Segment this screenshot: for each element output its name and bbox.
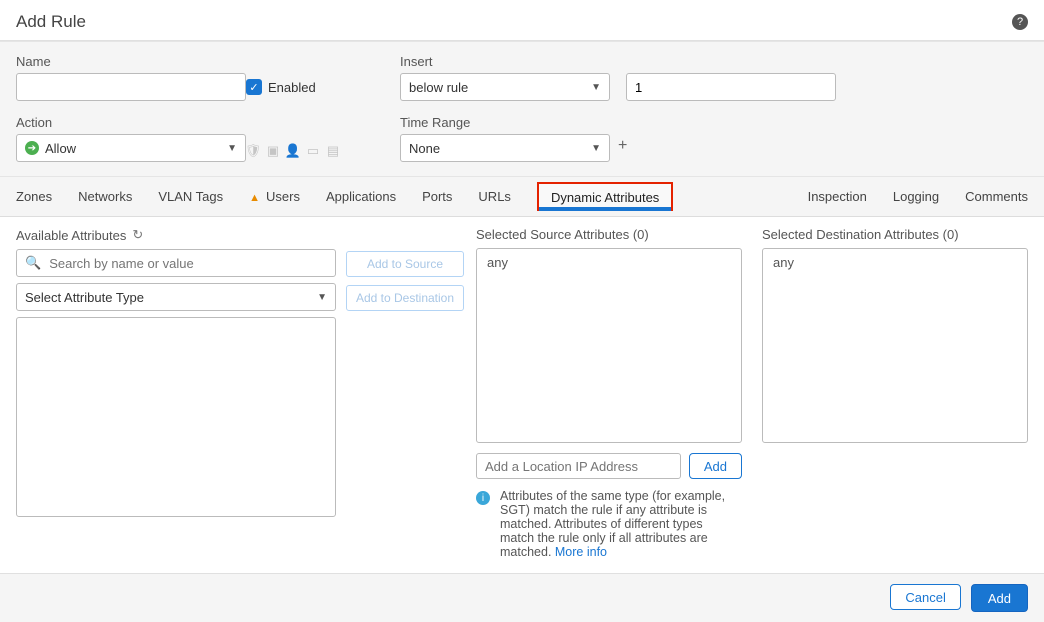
search-icon: 🔍	[25, 255, 41, 271]
info-icon: i	[476, 491, 490, 505]
tab-networks[interactable]: Networks	[78, 189, 132, 204]
tab-logging[interactable]: Logging	[893, 189, 939, 204]
timerange-label: Time Range	[400, 115, 610, 130]
info-text-wrap: Attributes of the same type (for example…	[500, 489, 738, 559]
selected-source-box[interactable]: any	[476, 248, 742, 443]
attribute-type-select[interactable]: Select Attribute Type ▼	[16, 283, 336, 311]
chevron-down-icon: ▼	[591, 143, 601, 154]
tab-ports[interactable]: Ports	[422, 189, 452, 204]
enabled-checkbox[interactable]: ✓ Enabled	[246, 79, 316, 95]
location-add-button[interactable]: Add	[689, 453, 742, 479]
add-timerange-icon[interactable]: +	[618, 137, 627, 155]
check-icon: ✓	[246, 79, 262, 95]
action-value: Allow	[45, 141, 76, 156]
info-text: Attributes of the same type (for example…	[500, 489, 725, 559]
insert-select[interactable]: below rule ▼	[400, 73, 610, 101]
timerange-value: None	[409, 141, 440, 156]
selected-dest-label: Selected Destination Attributes (0)	[762, 227, 1028, 242]
tabs-bar: Zones Networks VLAN Tags Users Applicati…	[0, 177, 1044, 217]
tab-applications[interactable]: Applications	[326, 189, 396, 204]
insert-label: Insert	[400, 54, 610, 69]
dialog-footer: Cancel Add	[0, 573, 1044, 622]
help-icon[interactable]: ?	[1012, 14, 1028, 30]
tab-urls[interactable]: URLs	[478, 189, 511, 204]
list-icon: ▤	[326, 144, 340, 158]
selected-dest-box[interactable]: any	[762, 248, 1028, 443]
available-attributes-list[interactable]	[16, 317, 336, 517]
dialog-title: Add Rule	[16, 12, 86, 32]
enabled-label: Enabled	[268, 80, 316, 95]
selected-source-label: Selected Source Attributes (0)	[476, 227, 742, 242]
tag-icon: ▣	[266, 144, 280, 158]
tab-users[interactable]: Users	[249, 189, 300, 204]
selected-dest-value: any	[773, 255, 794, 270]
form-region: Name ✓ Enabled Insert below rule ▼ Actio…	[0, 41, 1044, 177]
chevron-down-icon: ▼	[227, 143, 237, 154]
action-label: Action	[16, 115, 246, 130]
selected-source-value: any	[487, 255, 508, 270]
insert-position-input[interactable]	[626, 73, 836, 101]
location-ip-input[interactable]	[476, 453, 681, 479]
chevron-down-icon: ▼	[317, 292, 327, 303]
chevron-down-icon: ▼	[591, 82, 601, 93]
app-icon: ▭	[306, 144, 320, 158]
dialog-header: Add Rule ?	[0, 0, 1044, 41]
add-button[interactable]: Add	[971, 584, 1028, 612]
search-input[interactable]	[47, 255, 327, 272]
allow-icon: ➔	[25, 141, 39, 155]
add-to-source-button[interactable]: Add to Source	[346, 251, 464, 277]
tab-zones[interactable]: Zones	[16, 189, 52, 204]
search-input-wrap[interactable]: 🔍	[16, 249, 336, 277]
tab-comments[interactable]: Comments	[965, 189, 1028, 204]
name-label: Name	[16, 54, 246, 69]
insert-value: below rule	[409, 80, 468, 95]
tab-vlan[interactable]: VLAN Tags	[158, 189, 223, 204]
available-attributes-label: Available Attributes	[16, 228, 126, 243]
shield-icon: 🛡	[246, 144, 260, 158]
action-select[interactable]: ➔ Allow ▼	[16, 134, 246, 162]
more-info-link[interactable]: More info	[555, 545, 607, 559]
tab-dynamic-attributes[interactable]: Dynamic Attributes	[537, 182, 673, 211]
user-icon: 👤	[286, 144, 300, 158]
refresh-icon[interactable]: ↻	[132, 227, 143, 243]
body-area: Available Attributes ↻ 🔍 Select Attribut…	[0, 217, 1044, 563]
attribute-type-value: Select Attribute Type	[25, 290, 144, 305]
timerange-select[interactable]: None ▼	[400, 134, 610, 162]
tab-inspection[interactable]: Inspection	[808, 189, 867, 204]
name-input[interactable]	[16, 73, 246, 101]
cancel-button[interactable]: Cancel	[890, 584, 960, 610]
add-to-destination-button[interactable]: Add to Destination	[346, 285, 464, 311]
